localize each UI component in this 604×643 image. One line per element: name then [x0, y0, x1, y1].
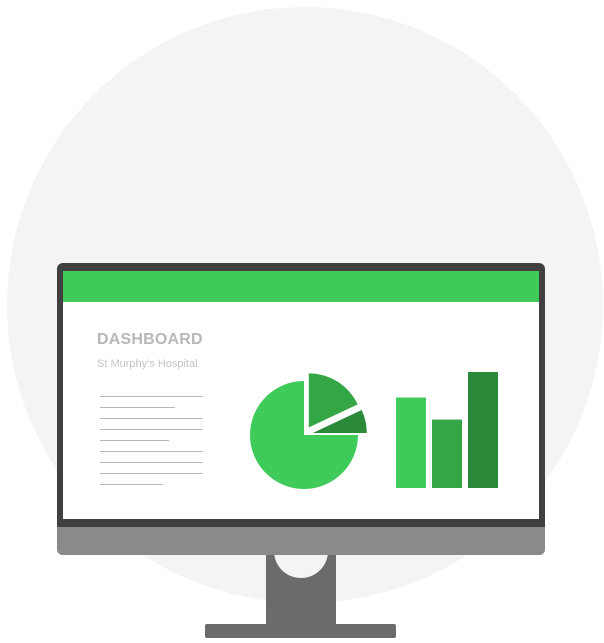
monitor-chin [57, 527, 545, 555]
bar [396, 397, 426, 488]
monitor: DASHBOARD St Murphy's Hospital [57, 263, 545, 555]
bar-chart-icon [396, 372, 498, 488]
monitor-screen: DASHBOARD St Murphy's Hospital [63, 271, 539, 519]
bar [432, 419, 462, 488]
bar [468, 372, 498, 488]
monitor-stand-neck [266, 524, 336, 626]
monitor-stand-base [205, 624, 396, 638]
pie-chart-icon [250, 373, 367, 489]
dashboard-charts [250, 372, 498, 489]
